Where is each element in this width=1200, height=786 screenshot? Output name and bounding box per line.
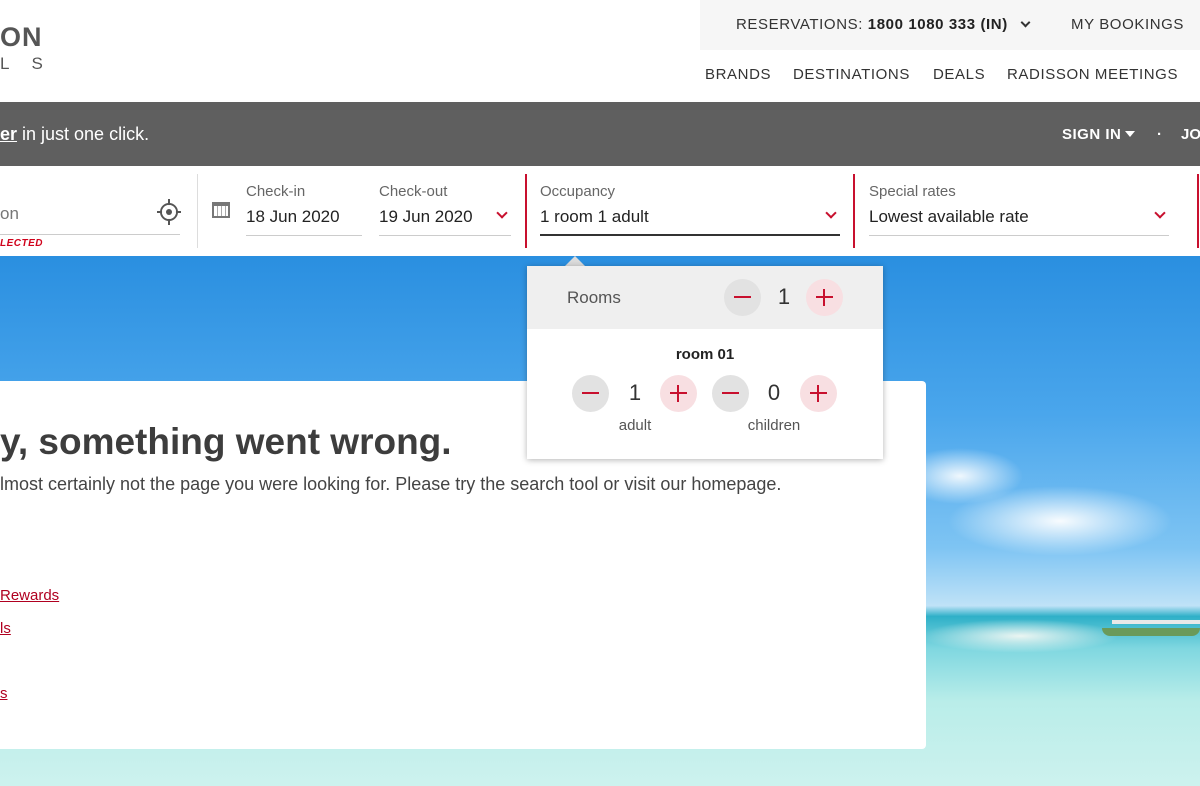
- caret-down-icon: [1125, 131, 1136, 137]
- rewards-link[interactable]: Rewards: [0, 587, 59, 604]
- adult-label: adult: [618, 417, 652, 434]
- occupancy-dropdown: Rooms 1 room 01 1 adult 0 children: [527, 266, 883, 459]
- nav-radisson-meetings[interactable]: RADISSON MEETINGS: [1007, 66, 1178, 83]
- special-rates-select[interactable]: Lowest available rate: [869, 207, 1029, 227]
- promo-text: in just one click.: [17, 124, 150, 144]
- my-bookings-link[interactable]: MY BOOKINGS: [1071, 16, 1184, 33]
- chevron-down-icon: [1020, 17, 1031, 28]
- rooms-row: Rooms 1: [527, 266, 883, 329]
- links-item[interactable]: s: [0, 685, 8, 702]
- children-count: 0: [767, 380, 781, 405]
- sign-in-button[interactable]: SIGN IN: [1062, 126, 1136, 143]
- dropdown-pointer: [565, 256, 585, 266]
- reservations-label: RESERVATIONS:: [736, 16, 863, 33]
- nav-brands[interactable]: BRANDS: [705, 66, 771, 83]
- occupancy-underline: [540, 234, 840, 236]
- children-decrement-button[interactable]: [712, 375, 749, 412]
- nav-destinations[interactable]: DESTINATIONS: [793, 66, 910, 83]
- checkin-field[interactable]: 18 Jun 2020: [246, 207, 340, 227]
- join-link[interactable]: JO: [1181, 126, 1200, 143]
- divider: [197, 174, 198, 248]
- calendar-icon[interactable]: [212, 202, 230, 218]
- chevron-down-icon[interactable]: [825, 207, 837, 219]
- destination-underline: [0, 234, 180, 235]
- boat: [1102, 620, 1200, 640]
- checkout-underline: [379, 235, 511, 236]
- rooms-increment-button[interactable]: [806, 279, 843, 316]
- error-description: lmost certainly not the page you were lo…: [0, 474, 782, 494]
- room-title: room 01: [675, 346, 735, 363]
- checkin-label: Check-in: [246, 183, 306, 200]
- site-header: ON L S RESERVATIONS: 1800 1080 333 (IN) …: [0, 0, 1200, 102]
- reservations-number: 1800 1080 333 (IN): [867, 16, 1008, 33]
- occupancy-field[interactable]: 1 room 1 adult: [540, 207, 649, 227]
- logo-line-1: ON: [0, 22, 43, 52]
- adult-decrement-button[interactable]: [572, 375, 609, 412]
- special-rates-underline: [869, 235, 1169, 236]
- rooms-count: 1: [777, 284, 791, 309]
- children-increment-button[interactable]: [800, 375, 837, 412]
- destination-error: LECTED: [0, 238, 43, 249]
- booking-search-bar: on LECTED Check-in 18 Jun 2020 Check-out…: [0, 166, 1200, 256]
- checkout-field[interactable]: 19 Jun 2020: [379, 207, 473, 227]
- divider-red: [1197, 174, 1199, 248]
- logo-line-2: L S: [0, 54, 52, 73]
- promo-message: er in just one click.: [0, 124, 149, 145]
- divider-red: [853, 174, 855, 248]
- rooms-label: Rooms: [567, 288, 621, 307]
- rooms-decrement-button[interactable]: [724, 279, 761, 316]
- promo-bar: er in just one click. SIGN IN · JO: [0, 102, 1200, 166]
- children-label: children: [747, 417, 801, 434]
- chevron-down-icon[interactable]: [496, 207, 508, 219]
- special-rates-label: Special rates: [869, 183, 956, 200]
- checkin-underline: [246, 235, 362, 236]
- separator-dot: ·: [1157, 126, 1162, 143]
- adult-increment-button[interactable]: [660, 375, 697, 412]
- nav-deals[interactable]: DEALS: [933, 66, 985, 83]
- adult-count: 1: [628, 380, 642, 405]
- reservations-dropdown[interactable]: RESERVATIONS: 1800 1080 333 (IN): [736, 16, 1031, 33]
- promo-link[interactable]: er: [0, 124, 17, 144]
- checkout-label: Check-out: [379, 183, 448, 200]
- hotels-link[interactable]: ls: [0, 620, 11, 637]
- chevron-down-icon[interactable]: [1154, 207, 1166, 219]
- sign-in-label: SIGN IN: [1062, 126, 1122, 143]
- divider-red: [525, 174, 527, 248]
- occupancy-label: Occupancy: [540, 183, 616, 200]
- error-title: y, something went wrong.: [0, 421, 452, 462]
- destination-input[interactable]: on: [0, 204, 19, 224]
